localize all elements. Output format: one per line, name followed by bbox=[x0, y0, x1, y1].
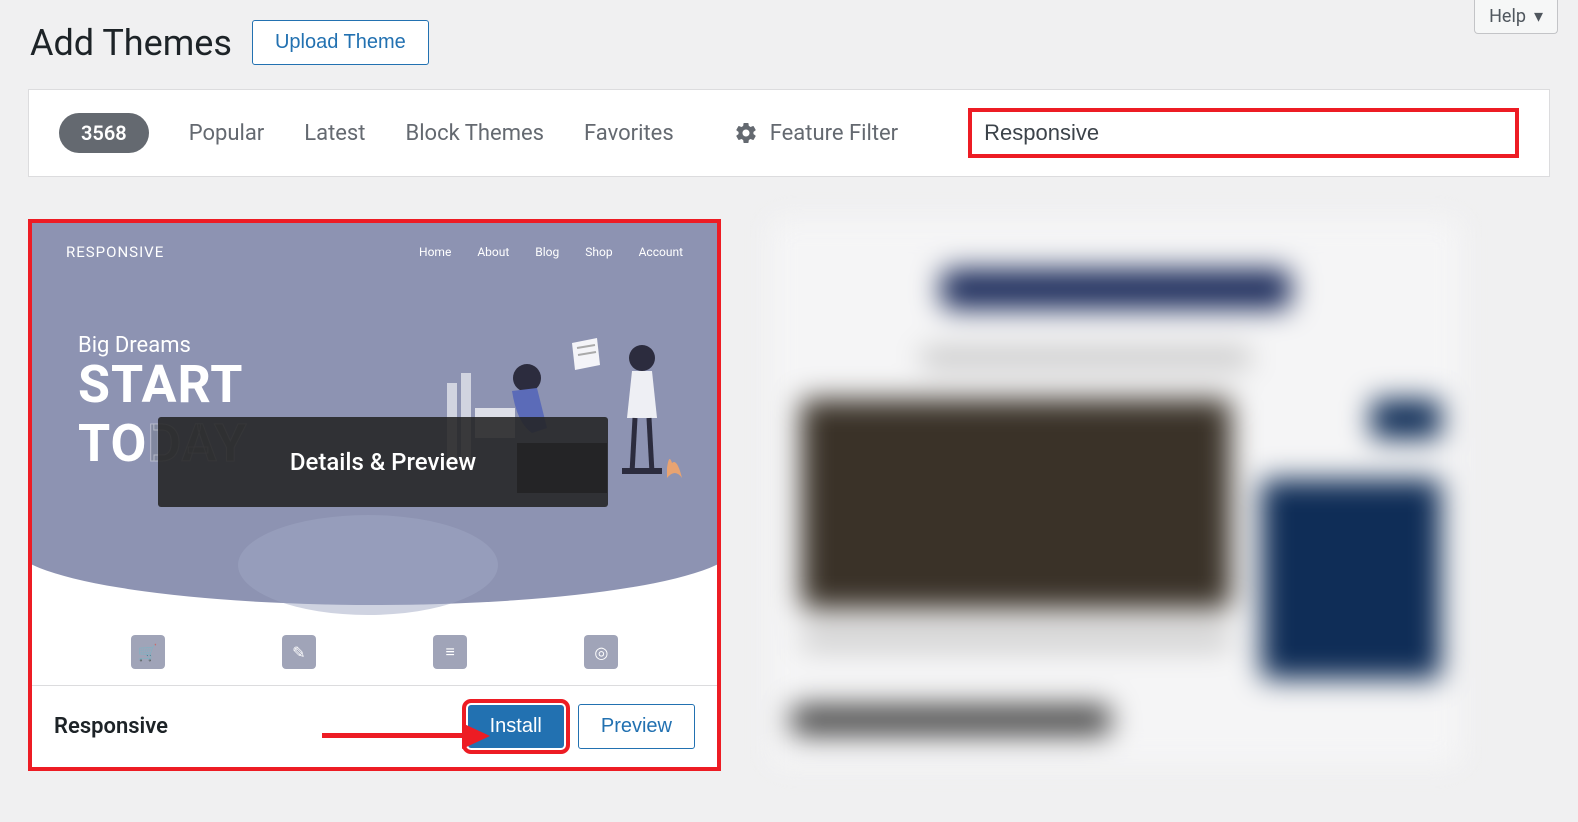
theme-footer: Responsive Install Preview bbox=[32, 685, 717, 767]
feature-filter-button[interactable]: Feature Filter bbox=[734, 121, 898, 146]
results-count: 3568 bbox=[59, 113, 149, 153]
search-themes-input[interactable] bbox=[968, 108, 1519, 158]
help-tab[interactable]: Help ▾ bbox=[1474, 0, 1558, 34]
filter-favorites[interactable]: Favorites bbox=[584, 121, 674, 146]
help-label: Help bbox=[1489, 6, 1526, 27]
install-button[interactable]: Install bbox=[468, 705, 564, 748]
mock-nav: RESPONSIVE Home About Blog Shop Account bbox=[32, 223, 717, 281]
theme-name: Responsive bbox=[54, 714, 454, 739]
filter-latest[interactable]: Latest bbox=[304, 121, 365, 146]
elementor-icon: ≡ bbox=[433, 635, 467, 669]
location-icon: ◎ bbox=[584, 635, 618, 669]
themes-grid: RESPONSIVE Home About Blog Shop Account … bbox=[0, 219, 1578, 771]
filter-block-themes[interactable]: Block Themes bbox=[405, 121, 544, 146]
details-preview-overlay[interactable]: Details & Preview bbox=[158, 417, 608, 507]
wave-divider: 🛒 ✎ ≡ ◎ bbox=[32, 555, 717, 685]
feature-filter-label: Feature Filter bbox=[770, 121, 898, 146]
gear-icon bbox=[734, 121, 758, 145]
theme-card-responsive[interactable]: RESPONSIVE Home About Blog Shop Account … bbox=[28, 219, 721, 771]
page-title: Add Themes bbox=[30, 22, 232, 64]
mock-brand: RESPONSIVE bbox=[66, 243, 164, 261]
theme-filter-bar: 3568 Popular Latest Block Themes Favorit… bbox=[28, 89, 1550, 177]
theme-card-blurred bbox=[771, 219, 1461, 765]
chevron-down-icon: ▾ bbox=[1534, 6, 1543, 27]
theme-screenshot: RESPONSIVE Home About Blog Shop Account … bbox=[32, 223, 717, 685]
cart-icon: 🛒 bbox=[131, 635, 165, 669]
preview-button[interactable]: Preview bbox=[578, 704, 695, 749]
filter-popular[interactable]: Popular bbox=[189, 121, 265, 146]
upload-theme-button[interactable]: Upload Theme bbox=[252, 20, 429, 65]
pencil-icon: ✎ bbox=[282, 635, 316, 669]
page-header: Add Themes Upload Theme bbox=[0, 0, 1578, 89]
